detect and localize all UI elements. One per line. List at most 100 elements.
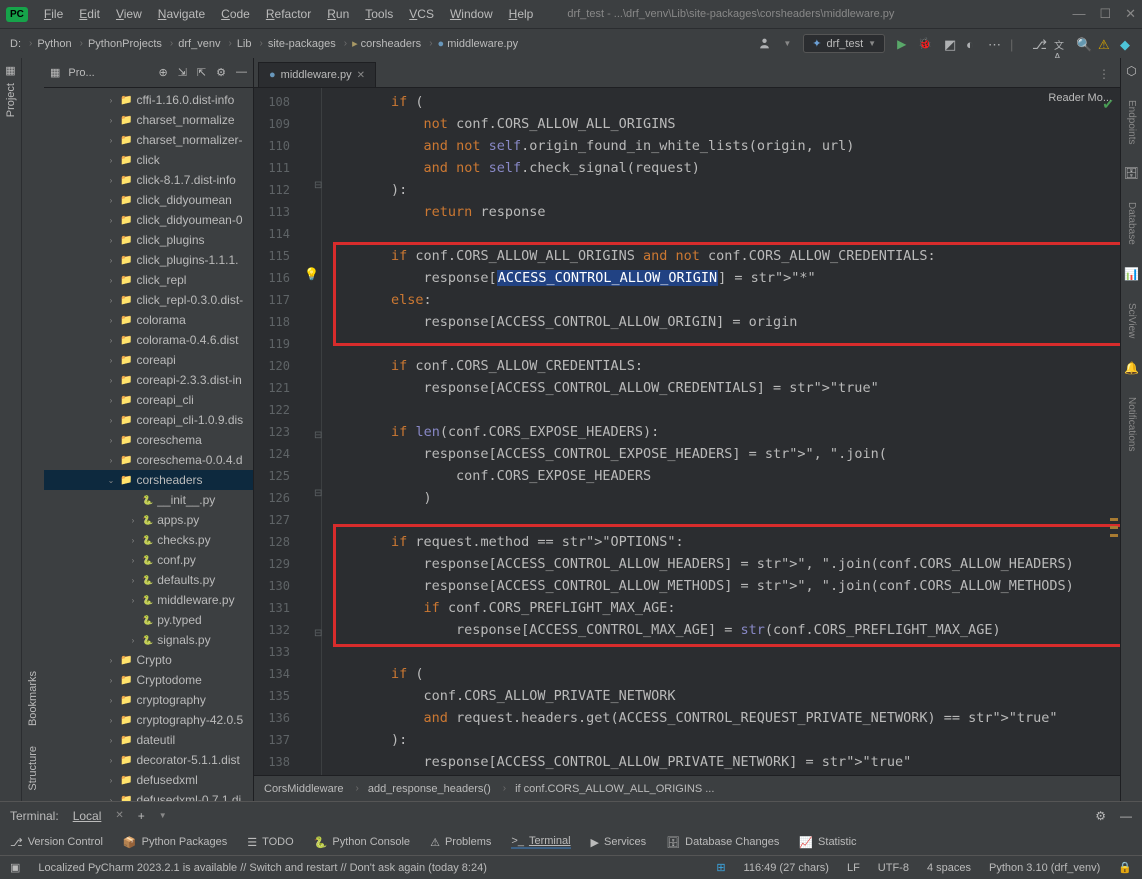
terminal-tab-local[interactable]: Local [73,809,102,823]
tree-node[interactable]: ›📁click_repl [44,270,253,290]
menu-window[interactable]: Window [444,5,499,23]
run-button[interactable]: ▶ [897,37,906,51]
terminal-add-icon[interactable]: + [138,809,145,823]
bookmarks-tab[interactable]: Bookmarks [27,671,39,726]
menu-help[interactable]: Help [503,5,540,23]
search-icon[interactable]: 🔍 [1076,37,1090,51]
menu-tools[interactable]: Tools [359,5,399,23]
lock-icon[interactable]: 🔒 [1118,861,1132,874]
sciview-icon[interactable]: 📊 [1124,267,1139,281]
tree-node[interactable]: ›📁coreapi_cli-1.0.9.dis [44,410,253,430]
maximize-button[interactable]: ☐ [1099,6,1111,22]
collapse-icon[interactable]: ⇱ [197,66,206,79]
jb-ai-icon[interactable]: ◆ [1120,37,1134,51]
interpreter[interactable]: Python 3.10 (drf_venv) [989,862,1100,874]
caret-position[interactable]: 116:49 (27 chars) [744,862,829,874]
more-run-icon[interactable]: ⋯ [988,37,1002,51]
coverage-icon[interactable]: ◩ [944,37,958,51]
locate-icon[interactable]: ⊕ [158,66,167,79]
project-tree[interactable]: ›📁cffi-1.16.0.dist-info ›📁charset_normali… [44,88,253,801]
toolwin-version-control[interactable]: ⎇ Version Control [10,836,103,849]
menu-code[interactable]: Code [215,5,256,23]
notifications-icon[interactable]: 🔔 [1124,361,1139,375]
tree-node[interactable]: ›📁charset_normalizer- [44,130,253,150]
tree-node[interactable]: ›📁coreapi_cli [44,390,253,410]
tree-node[interactable]: ›🐍defaults.py [44,570,253,590]
editor-menu-icon[interactable]: ⋮ [1092,61,1116,87]
tree-node[interactable]: ›📁colorama [44,310,253,330]
toolwin-services[interactable]: ▶ Services [591,836,647,849]
tree-node[interactable]: ›📁click_repl-0.3.0.dist- [44,290,253,310]
encoding[interactable]: UTF-8 [878,862,909,874]
git-icon[interactable]: ⎇ [1032,37,1046,51]
tree-node[interactable]: 🐍py.typed [44,610,253,630]
terminal-hide-icon[interactable]: — [1120,809,1132,823]
tree-node[interactable]: 🐍__init__.py [44,490,253,510]
tree-node[interactable]: ⌄📁corsheaders [44,470,253,490]
tree-node[interactable]: ›📁colorama-0.4.6.dist [44,330,253,350]
breadcrumb[interactable]: Lib [235,38,254,50]
breadcrumb[interactable]: PythonProjects [86,38,164,50]
breadcrumb[interactable]: site-packages [266,38,338,50]
marker-bar[interactable] [1108,88,1120,775]
toolwin-terminal[interactable]: >_ Terminal [511,835,570,849]
tree-node[interactable]: ›🐍conf.py [44,550,253,570]
toolwin-database-changes[interactable]: 🗄 Database Changes [666,836,779,849]
terminal-dropdown-icon[interactable]: ▼ [159,811,167,820]
endpoints-icon[interactable]: ⬡ [1126,64,1136,78]
app-badge[interactable]: PC [6,7,28,22]
structure-tab[interactable]: Structure [27,746,39,791]
editor-body[interactable]: 1081091101111121131141151161171181191201… [254,88,1120,775]
database-icon[interactable]: 🗄 [1124,166,1139,180]
editor-tab[interactable]: ● middleware.py ✕ [258,62,376,87]
tree-node[interactable]: ›📁dateutil [44,730,253,750]
inspection-ok-icon[interactable]: ✔ [1102,96,1114,113]
toolwin-problems[interactable]: ⚠ Problems [430,836,491,849]
menu-navigate[interactable]: Navigate [152,5,211,23]
tree-node[interactable]: ›🐍apps.py [44,510,253,530]
expand-icon[interactable]: ⇲ [178,66,187,79]
breadcrumb[interactable]: D: [8,38,23,50]
line-gutter[interactable]: 1081091101111121131141151161171181191201… [254,88,296,775]
breadcrumb[interactable]: ▸ corsheaders [350,37,423,50]
left-rail-project[interactable]: ▦ Project [0,58,22,801]
tree-node[interactable]: ›📁click_didyoumean [44,190,253,210]
toolwin-statistic[interactable]: 📈 Statistic [799,836,856,849]
breadcrumb[interactable]: drf_venv [176,38,222,50]
breadcrumb[interactable]: ● middleware.py [436,38,521,50]
profile-icon[interactable]: ◐ [966,37,980,51]
tree-node[interactable]: ›🐍checks.py [44,530,253,550]
status-message[interactable]: Localized PyCharm 2023.2.1 is available … [38,862,698,874]
user-icon[interactable] [758,37,771,50]
menu-refactor[interactable]: Refactor [260,5,317,23]
tree-node[interactable]: ›📁coreapi [44,350,253,370]
debug-button[interactable]: 🐞 [918,37,932,50]
line-separator[interactable]: LF [847,862,860,874]
run-config-selector[interactable]: ✦ drf_test ▼ [803,34,885,53]
indent[interactable]: 4 spaces [927,862,971,874]
warn-icon[interactable]: ⚠ [1098,37,1112,51]
breadcrumb[interactable]: Python [35,38,73,50]
tree-node[interactable]: ›📁click_didyoumean-0 [44,210,253,230]
toolwin-python-console[interactable]: 🐍 Python Console [314,836,410,849]
tree-node[interactable]: ›📁cffi-1.16.0.dist-info [44,90,253,110]
tree-node[interactable]: ›📁coreschema-0.0.4.d [44,450,253,470]
terminal-close-icon[interactable]: ✕ [115,810,123,821]
toolwin-todo[interactable]: ☰ TODO [247,836,293,849]
tree-node[interactable]: ›📁click-8.1.7.dist-info [44,170,253,190]
toolwin-python-packages[interactable]: 📦 Python Packages [123,836,227,849]
tree-node[interactable]: ›📁click_plugins [44,230,253,250]
tree-node[interactable]: ›🐍middleware.py [44,590,253,610]
settings-icon[interactable]: ⚙ [216,66,226,79]
menu-view[interactable]: View [110,5,148,23]
menu-vcs[interactable]: VCS [403,5,440,23]
terminal-settings-icon[interactable]: ⚙ [1095,809,1106,823]
menu-run[interactable]: Run [321,5,355,23]
tree-node[interactable]: ›📁coreapi-2.3.3.dist-in [44,370,253,390]
code-content[interactable]: if ( not conf.CORS_ALLOW_ALL_ORIGINS and… [296,88,1120,775]
tree-node[interactable]: ›📁Cryptodome [44,670,253,690]
tree-node[interactable]: ›📁Crypto [44,650,253,670]
tree-node[interactable]: ›📁cryptography-42.0.5 [44,710,253,730]
tree-node[interactable]: ›📁defusedxml [44,770,253,790]
editor-breadcrumbs[interactable]: CorsMiddleware› add_response_headers()› … [254,775,1120,801]
